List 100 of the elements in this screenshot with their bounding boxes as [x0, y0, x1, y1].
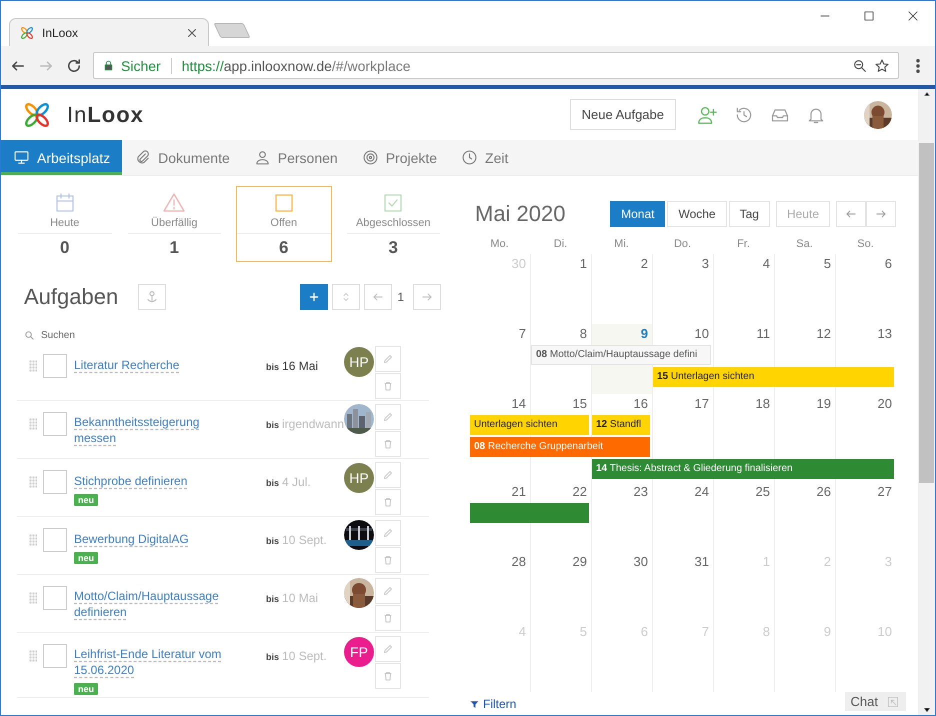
day-number: 13 [878, 325, 893, 341]
nav-tab[interactable]: Zeit [449, 140, 520, 175]
weekday-label: So. [856, 238, 875, 252]
scrollbar-thumb[interactable] [919, 143, 934, 483]
nav-tab[interactable]: Projekte [350, 140, 450, 175]
drag-handle[interactable] [29, 360, 37, 372]
task-link[interactable]: Bewerbung DigitalAG [74, 531, 189, 547]
calendar-event[interactable] [470, 503, 589, 523]
view-tab[interactable]: Woche [667, 201, 727, 227]
trash-icon [382, 380, 394, 392]
checkbox[interactable] [43, 528, 67, 552]
due-prefix: bis [266, 594, 280, 604]
close-icon[interactable] [186, 26, 198, 38]
checkbox[interactable] [43, 644, 67, 668]
person-icon [254, 149, 271, 166]
due-date: irgendwann [282, 417, 344, 431]
previous-page-button[interactable] [364, 284, 392, 310]
day-number: 6 [884, 255, 893, 271]
edit-button[interactable] [375, 636, 401, 662]
day-number: 17 [694, 395, 710, 411]
chat-button[interactable]: Chat [844, 692, 906, 711]
calendar-event[interactable]: 08 Motto/Claim/Hauptaussage defini [531, 345, 711, 365]
task-link[interactable]: Motto/Claim/Hauptaussage definieren [74, 588, 234, 620]
nav-tab[interactable]: Dokumente [122, 140, 242, 175]
new-badge: neu [74, 683, 98, 695]
edit-button[interactable] [375, 462, 401, 488]
new-task-button[interactable]: Neue Aufgabe [570, 99, 676, 130]
task-link[interactable]: Leihfrist-Ende Literatur vom 15.06.2020 [74, 646, 234, 678]
day-number: 23 [634, 483, 649, 499]
edit-button[interactable] [375, 346, 401, 372]
new-tab-button[interactable] [214, 23, 250, 38]
search-field[interactable]: Suchen [41, 330, 75, 341]
checkbox[interactable] [43, 586, 67, 610]
reload-icon[interactable] [65, 56, 83, 74]
add-button[interactable] [300, 284, 328, 310]
day-number: 16 [634, 395, 649, 411]
url-text[interactable]: https://app.inlooxnow.de/#/workplace [182, 58, 846, 74]
view-tab[interactable]: Monat [610, 201, 666, 227]
day-number: 3 [702, 255, 710, 271]
nav-tab[interactable]: Personen [242, 140, 350, 175]
drag-handle[interactable] [29, 592, 37, 604]
address-bar[interactable]: Sicher https://app.inlooxnow.de/#/workplace [93, 52, 899, 79]
assign-button[interactable] [138, 284, 166, 310]
delete-button[interactable] [375, 663, 401, 689]
maximize-icon[interactable] [862, 9, 876, 23]
calendar-event[interactable]: Unterlagen sichten [470, 415, 589, 435]
stat-tile[interactable]: Heute 0 [17, 186, 112, 262]
drag-handle[interactable] [29, 650, 37, 662]
drag-handle[interactable] [29, 534, 37, 546]
pencil-icon [382, 643, 394, 655]
nav-tab[interactable]: Arbeitsplatz [1, 140, 122, 175]
calendar-event[interactable]: 15 Unterlagen sichten [653, 367, 894, 387]
weekday-label: Mi. [613, 238, 630, 252]
delete-button[interactable] [375, 605, 401, 631]
task-link[interactable]: Bekanntheitssteigerung messen [74, 414, 234, 446]
new-badge: neu [74, 494, 98, 506]
zoom-out-icon[interactable] [852, 58, 868, 74]
new-badge: neu [74, 552, 98, 564]
browser-tab[interactable]: InLoox [9, 18, 209, 46]
next-page-button[interactable] [413, 284, 441, 310]
due-date: 16 Mai [282, 359, 318, 373]
day-number: 31 [694, 553, 710, 569]
due-date: 10 Mai [282, 591, 318, 605]
previous-button[interactable] [836, 201, 866, 227]
trash-icon [382, 554, 394, 566]
scroll-down-icon[interactable] [922, 705, 932, 715]
avatar: HP [344, 463, 374, 493]
next-button[interactable] [866, 201, 896, 227]
section-title: Aufgaben [24, 284, 118, 310]
drag-handle[interactable] [29, 418, 37, 430]
logo-icon [20, 26, 34, 40]
edit-button[interactable] [375, 404, 401, 430]
close-icon[interactable] [906, 9, 920, 23]
day-number: 2 [640, 255, 649, 271]
checkbox[interactable] [43, 354, 67, 378]
delete-button[interactable] [375, 373, 401, 399]
task-link[interactable]: Stichprobe definieren [74, 473, 188, 489]
calendar-event[interactable]: 14 Thesis: Abstract & Gliederung finalisieren [592, 459, 894, 479]
edit-button[interactable] [375, 578, 401, 604]
view-tab[interactable]: Tag [728, 201, 770, 227]
drag-handle[interactable] [29, 476, 37, 488]
delete-button[interactable] [375, 489, 401, 515]
star-icon[interactable] [874, 58, 890, 74]
checkbox[interactable] [43, 412, 67, 436]
security-label: Sicher [121, 58, 161, 74]
task-link[interactable]: Literatur Recherche [74, 357, 180, 373]
delete-button[interactable] [375, 431, 401, 457]
due-prefix: bis [266, 420, 280, 430]
weekday-label: Mo. [489, 238, 510, 252]
day-number: 8 [580, 325, 588, 341]
stat-tile[interactable]: Überfällig 1 [126, 186, 222, 262]
due-prefix: bis [266, 478, 280, 488]
stat-tile[interactable]: Offen 6 [236, 186, 332, 262]
delete-button[interactable] [375, 547, 401, 573]
stat-tile[interactable]: Abgeschlossen 3 [346, 186, 441, 262]
edit-button[interactable] [375, 520, 401, 546]
due-prefix: bis [266, 362, 280, 372]
calendar-event[interactable]: 12 Standfl [592, 415, 650, 435]
filter-link[interactable]: Filtern [469, 697, 516, 711]
checkbox[interactable] [43, 470, 67, 494]
